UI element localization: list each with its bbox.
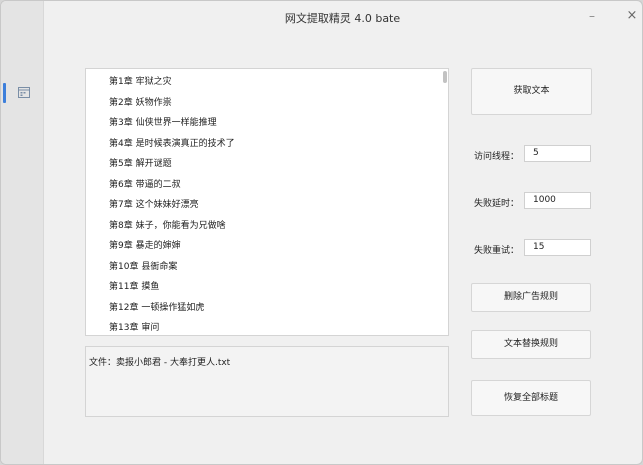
- list-item[interactable]: 第9章 暴走的婶婶: [109, 238, 181, 251]
- delete-ads-rules-button[interactable]: 删除广告规则: [471, 283, 591, 312]
- left-sidebar: [1, 1, 44, 464]
- fail-retry-label: 失败重试：: [474, 246, 520, 256]
- list-item[interactable]: 第7章 这个妹妹好漂亮: [109, 197, 199, 210]
- sidebar-active-indicator: [3, 83, 6, 103]
- list-item[interactable]: 第8章 妹子，你能看为兄做啥: [109, 218, 226, 231]
- list-item[interactable]: 第1章 牢狱之灾: [109, 74, 172, 87]
- fail-delay-label: 失败延时：: [474, 199, 520, 209]
- close-button[interactable]: ×: [625, 9, 639, 23]
- fetch-text-button[interactable]: 获取文本: [471, 68, 592, 115]
- list-item[interactable]: 第11章 摸鱼: [109, 279, 159, 292]
- list-item[interactable]: 第2章 妖物作祟: [109, 95, 172, 108]
- list-item[interactable]: 第3章 仙侠世界一样能推理: [109, 115, 217, 128]
- list-item[interactable]: 第13章 审问: [109, 320, 159, 333]
- list-scrollbar[interactable]: [443, 71, 447, 331]
- window-title: 网文提取精灵 4.0 bate: [284, 12, 401, 25]
- list-item[interactable]: 第5章 解开谜题: [109, 156, 172, 169]
- list-item[interactable]: 第12章 一顿操作猛如虎: [109, 300, 204, 313]
- list-item[interactable]: 第10章 县衙命案: [109, 259, 177, 272]
- chapter-list[interactable]: 第1章 牢狱之灾 第2章 妖物作祟 第3章 仙侠世界一样能推理 第4章 是时候表…: [85, 68, 449, 336]
- title-bar: 网文提取精灵 4.0 bate – ×: [43, 1, 642, 31]
- app-window: 网文提取精灵 4.0 bate – × 第1章 牢狱之灾 第2章 妖物作祟 第3…: [0, 0, 643, 465]
- fail-retry-input[interactable]: 15: [524, 239, 591, 256]
- file-info-box[interactable]: 文件：卖报小郎君 - 大奉打更人.txt: [85, 346, 449, 417]
- file-info-text: 文件：卖报小郎君 - 大奉打更人.txt: [89, 358, 231, 368]
- minimize-button[interactable]: –: [585, 9, 599, 23]
- calendar-icon[interactable]: [18, 87, 30, 98]
- restore-titles-button[interactable]: 恢复全部标题: [471, 380, 591, 416]
- list-item[interactable]: 第4章 是时候表演真正的技术了: [109, 136, 235, 149]
- fail-delay-input[interactable]: 1000: [524, 192, 591, 209]
- list-item[interactable]: 第6章 带逼的二叔: [109, 177, 181, 190]
- scrollbar-thumb[interactable]: [443, 71, 447, 83]
- text-replace-rules-button[interactable]: 文本替换规则: [471, 330, 591, 359]
- threads-input[interactable]: 5: [524, 145, 591, 162]
- threads-label: 访问线程：: [474, 152, 520, 162]
